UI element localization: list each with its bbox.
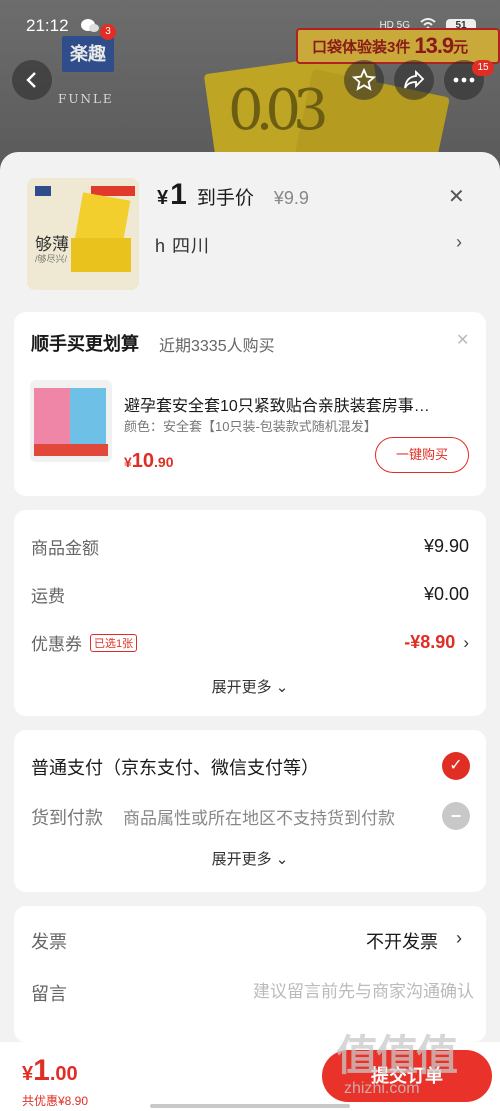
share-icon [404, 69, 425, 89]
summary-value: ¥0.00 [423, 584, 469, 604]
watermark-logo: 值值值 [336, 1032, 458, 1079]
total-price: ¥1.00 [22, 1054, 78, 1088]
watermark: 值值值 zhizhi.com [336, 1022, 496, 1108]
upsell-product-name[interactable]: 避孕套安全套10只紧致贴合亲肤装套房事… [124, 392, 474, 416]
promo-text: 口袋体验装3件 [312, 38, 411, 56]
expand-more-button[interactable]: 展开更多 ⌄ [14, 848, 486, 869]
coupon-selected-tag: 已选1张 [90, 633, 138, 652]
payment-option-cod: 货到付款 [31, 808, 103, 828]
summary-label: 运费 [31, 587, 65, 606]
summary-label: 优惠券 [31, 635, 82, 654]
expand-label: 展开更多 [211, 851, 272, 868]
one-click-buy-button[interactable]: 一键购买 [375, 437, 469, 473]
more-dots-icon [453, 77, 475, 83]
upsell-subtitle: 近期3335人购买 [159, 338, 275, 355]
brand-name: FUNLE [58, 92, 114, 106]
currency-symbol: ¥ [124, 454, 132, 470]
final-price: ¥ 1 到手价 ¥9.9 [157, 178, 309, 212]
check-icon[interactable]: ✓ [442, 752, 470, 780]
share-button[interactable] [394, 60, 434, 100]
back-button[interactable] [12, 60, 52, 100]
total-decimal: .00 [49, 1063, 78, 1085]
chevron-left-icon [26, 72, 36, 88]
chevron-right-icon[interactable]: › [456, 928, 462, 949]
price-summary-card: 商品金额 ¥9.90 运费 ¥0.00 优惠券 已选1张 -¥8.90 › 展开… [14, 510, 486, 716]
favorite-button[interactable] [344, 60, 384, 100]
brand-logo: 楽趣 [62, 36, 114, 72]
cod-unavailable-reason: 商品属性或所在地区不支持货到付款 [123, 809, 395, 828]
price-decimal: .90 [154, 454, 174, 470]
price-value: 1 [170, 178, 187, 211]
promo-price: 13.9 [414, 33, 454, 58]
summary-row-coupon[interactable]: 优惠券 已选1张 -¥8.90 › [31, 630, 469, 655]
price-strip [34, 444, 108, 456]
upsell-product-image[interactable] [30, 380, 112, 462]
blue-box [70, 388, 106, 444]
product-thumbnail[interactable]: 够薄 /够尽兴/ [27, 178, 139, 290]
message-label: 留言 [31, 984, 67, 1004]
disabled-minus-icon: − [442, 802, 470, 830]
summary-value: ¥9.90 [423, 536, 469, 556]
chevron-right-icon: › [463, 632, 469, 652]
invoice-value[interactable]: 不开发票 [366, 928, 438, 954]
arrive-price-label: 到手价 [196, 188, 254, 209]
currency-symbol: ¥ [157, 187, 169, 209]
expand-label: 展开更多 [211, 679, 272, 696]
coupon-discount-value: -¥8.90 [404, 632, 456, 652]
expand-more-button[interactable]: 展开更多 ⌄ [14, 676, 486, 697]
star-icon [352, 68, 376, 91]
original-price: ¥9.9 [273, 188, 309, 208]
close-icon[interactable]: ✕ [448, 184, 465, 209]
wechat-icon [81, 19, 99, 32]
message-count-badge: 15 [472, 60, 494, 76]
order-header: 够薄 /够尽兴/ ¥ 1 到手价 ¥9.9 ✕ h 四川 › [0, 152, 500, 302]
watermark-url: zhizhi.com [344, 1080, 420, 1097]
checkout-sheet: 够薄 /够尽兴/ ¥ 1 到手价 ¥9.9 ✕ h 四川 › 顺手买更划算 近期… [0, 152, 500, 1111]
summary-row-goods: 商品金额 ¥9.90 [31, 534, 469, 559]
promo-unit: 元 [453, 38, 469, 56]
currency-symbol: ¥ [22, 1063, 34, 1085]
total-saving: 共优惠¥8.90 [22, 1094, 89, 1108]
notification-badge: 3 [100, 24, 116, 40]
chevron-down-icon: ⌄ [275, 851, 289, 868]
product-box-number: 0.03 [228, 78, 329, 143]
summary-row-shipping: 运费 ¥0.00 [31, 582, 469, 607]
upsell-product-spec: 颜色：安全套【10只装-包装款式随机混发】 [124, 419, 377, 434]
chevron-right-icon[interactable]: › [456, 232, 462, 253]
price-integer: 10 [131, 450, 155, 472]
payment-option-online[interactable]: 普通支付（京东支付、微信支付等） [31, 754, 319, 780]
invoice-label: 发票 [31, 932, 67, 952]
status-time: 21:12 [26, 16, 69, 35]
delivery-address[interactable]: h 四川 [155, 232, 210, 258]
pink-box [34, 388, 70, 444]
home-indicator[interactable] [150, 1104, 350, 1108]
chevron-down-icon: ⌄ [275, 679, 289, 696]
close-icon[interactable]: ✕ [456, 330, 469, 350]
thumb-subtext: /够尽兴/ [35, 254, 68, 264]
upsell-card: 顺手买更划算 近期3335人购买 ✕ 避孕套安全套10只紧致贴合亲肤装套房事… … [14, 312, 486, 496]
promo-banner: 口袋体验装3件 13.9 元 [296, 28, 500, 64]
thumb-box-2 [71, 238, 131, 272]
upsell-price: ¥10.90 [124, 450, 174, 473]
thumb-logo [35, 186, 51, 196]
total-integer: 1 [33, 1054, 50, 1087]
payment-method-card: 普通支付（京东支付、微信支付等） ✓ 货到付款 商品属性或所在地区不支持货到付款… [14, 730, 486, 892]
summary-label: 商品金额 [31, 539, 99, 558]
message-input[interactable] [186, 978, 474, 1006]
upsell-title: 顺手买更划算 [31, 334, 139, 354]
